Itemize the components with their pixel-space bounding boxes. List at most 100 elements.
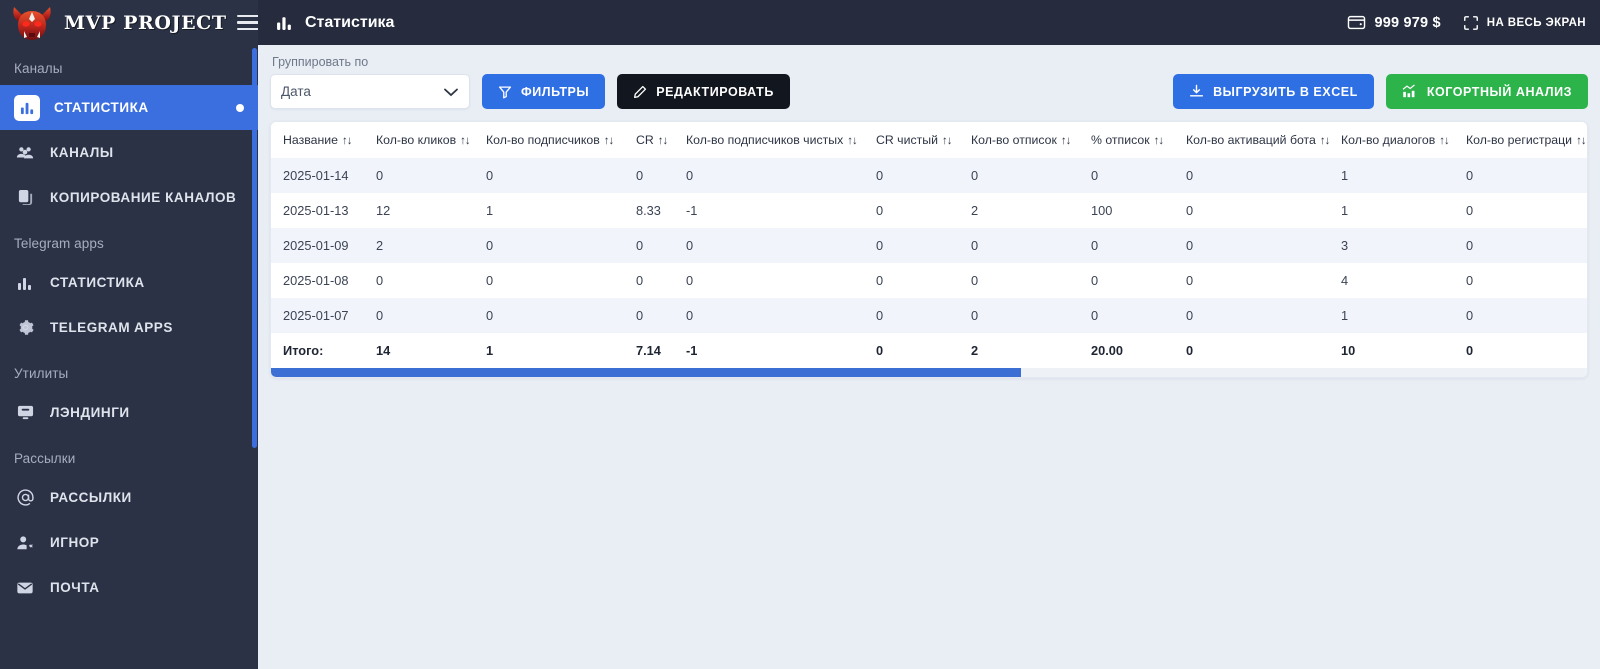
column-label: CR чистый: [876, 133, 938, 147]
column-label: Кол-во диалогов: [1341, 133, 1435, 147]
table-scrollbar-thumb[interactable]: [271, 368, 1021, 377]
sort-icon: ↑↓: [460, 135, 470, 147]
filters-button[interactable]: ФИЛЬТРЫ: [482, 74, 605, 109]
cell-cr: 0: [636, 298, 686, 333]
cell-dialogi: 1: [1341, 158, 1466, 193]
sidebar-item-pochta[interactable]: ПОЧТА: [0, 565, 258, 610]
cell-percent-otpisok: 0: [1091, 298, 1186, 333]
sidebar-item-label: ЛЭНДИНГИ: [50, 405, 130, 420]
column-label: Кол-во подписчиков чистых: [686, 133, 843, 147]
monitor-icon: [14, 402, 36, 424]
page-title-group: Статистика: [276, 14, 394, 32]
bar-chart-icon: [14, 95, 40, 121]
column-header-kliki[interactable]: Кол-во кликов ↑↓: [376, 122, 486, 158]
cell-cr: 0: [636, 228, 686, 263]
sidebar-item-rassylki[interactable]: РАССЫЛКИ: [0, 475, 258, 520]
hamburger-menu-icon[interactable]: [237, 13, 258, 33]
cell-total-podpischiki: 1: [486, 333, 636, 368]
cohort-analysis-button[interactable]: КОГОРТНЫЙ АНАЛИЗ: [1386, 74, 1588, 109]
cell-podpischiki: 0: [486, 158, 636, 193]
cell-total-otpiski: 2: [971, 333, 1091, 368]
pencil-icon: [633, 85, 647, 99]
cell-aktivacii-bota: 0: [1186, 158, 1341, 193]
cell-registracii: 0: [1466, 298, 1588, 333]
statistics-table-card: Название↑↓ Кол-во кликов ↑↓ Кол-во подпис…: [270, 121, 1588, 378]
sort-icon: ↑↓: [942, 135, 952, 147]
export-excel-label: ВЫГРУЗИТЬ В EXCEL: [1213, 85, 1358, 99]
sidebar-item-label: ИГНОР: [50, 535, 99, 550]
cell-podpischiki-chistyh: 0: [686, 298, 876, 333]
balance-display[interactable]: 999 979 $: [1347, 14, 1440, 31]
sidebar-item-kanaly[interactable]: КАНАЛЫ: [0, 130, 258, 175]
column-header-podpischiki[interactable]: Кол-во подписчиков↑↓: [486, 122, 636, 158]
sidebar-section-telegram-apps: Telegram apps: [0, 220, 258, 260]
balance-value: 999 979 $: [1374, 15, 1440, 31]
sidebar-item-lendingi[interactable]: ЛЭНДИНГИ: [0, 390, 258, 435]
cell-total-label: Итого:: [271, 333, 376, 368]
column-label: % отписок: [1091, 133, 1150, 147]
group-by-value: Дата: [281, 84, 311, 99]
sidebar-item-label: КОПИРОВАНИЕ КАНАЛОВ: [50, 190, 236, 205]
main-area: Статистика 999 979 $: [258, 0, 1600, 669]
table-row[interactable]: 2025-01-08 0 0 0 0 0 0 0 0 4 0: [271, 263, 1588, 298]
topbar-right: 999 979 $ НА ВЕСЬ ЭКРАН: [1347, 14, 1586, 31]
fullscreen-button[interactable]: НА ВЕСЬ ЭКРАН: [1463, 15, 1586, 31]
users-group-icon: [14, 142, 36, 164]
cell-podpischiki: 0: [486, 298, 636, 333]
edit-button[interactable]: РЕДАКТИРОВАТЬ: [617, 74, 790, 109]
column-header-podpischiki-chistyh[interactable]: Кол-во подписчиков чистых↑↓: [686, 122, 876, 158]
column-header-cr[interactable]: CR↑↓: [636, 122, 686, 158]
cell-registracii: 0: [1466, 228, 1588, 263]
cell-podpischiki-chistyh: -1: [686, 193, 876, 228]
cell-percent-otpisok: 0: [1091, 158, 1186, 193]
table-horizontal-scrollbar[interactable]: [271, 368, 1587, 377]
sidebar-item-kopirovanie-kanalov[interactable]: КОПИРОВАНИЕ КАНАЛОВ: [0, 175, 258, 220]
sidebar-item-telegram-apps[interactable]: TELEGRAM APPS: [0, 305, 258, 350]
cohort-chart-icon: [1402, 84, 1418, 99]
sidebar-active-dot: [236, 104, 244, 112]
cell-cr-chistyi: 0: [876, 263, 971, 298]
table-row[interactable]: 2025-01-14 0 0 0 0 0 0 0 0 1 0: [271, 158, 1588, 193]
sidebar-item-ignor[interactable]: ИГНОР: [0, 520, 258, 565]
cell-otpiski: 0: [971, 158, 1091, 193]
table-row[interactable]: 2025-01-13 12 1 8.33 -1 0 2 100 0 1 0: [271, 193, 1588, 228]
cell-percent-otpisok: 0: [1091, 228, 1186, 263]
column-header-otpiski[interactable]: Кол-во отписок↑↓: [971, 122, 1091, 158]
column-header-percent-otpisok[interactable]: % отписок ↑↓: [1091, 122, 1186, 158]
column-header-dialogi[interactable]: Кол-во диалогов↑↓: [1341, 122, 1466, 158]
sidebar-item-statistika-telegram[interactable]: СТАТИСТИКА: [0, 260, 258, 305]
sidebar-scrollbar[interactable]: [252, 48, 257, 448]
cell-total-aktivacii-bota: 0: [1186, 333, 1341, 368]
cell-percent-otpisok: 0: [1091, 263, 1186, 298]
sidebar-item-statistika[interactable]: СТАТИСТИКА: [0, 85, 258, 130]
sidebar-item-label: TELEGRAM APPS: [50, 320, 173, 335]
cell-total-dialogi: 10: [1341, 333, 1466, 368]
table-row[interactable]: 2025-01-07 0 0 0 0 0 0 0 0 1 0: [271, 298, 1588, 333]
table-body: 2025-01-14 0 0 0 0 0 0 0 0 1 0: [271, 158, 1588, 368]
sidebar-item-label: РАССЫЛКИ: [50, 490, 132, 505]
table-row[interactable]: 2025-01-09 2 0 0 0 0 0 0 0 3 0: [271, 228, 1588, 263]
sidebar-section-utility: Утилиты: [0, 350, 258, 390]
content-area: Группировать по Дата: [258, 45, 1600, 669]
wallet-icon: [1347, 14, 1366, 31]
cell-registracii: 0: [1466, 263, 1588, 298]
cell-aktivacii-bota: 0: [1186, 193, 1341, 228]
column-header-registracii[interactable]: Кол-во регистраци↑↓: [1466, 122, 1588, 158]
column-label: Кол-во кликов: [376, 133, 456, 147]
cell-cr-chistyi: 0: [876, 298, 971, 333]
envelope-icon: [14, 577, 36, 599]
column-header-nazvanie[interactable]: Название↑↓: [271, 122, 376, 158]
bull-head-icon: [10, 3, 54, 43]
sort-icon: ↑↓: [1154, 135, 1164, 147]
column-header-aktivacii-bota[interactable]: Кол-во активаций бота↑↓: [1186, 122, 1341, 158]
cell-cr-chistyi: 0: [876, 193, 971, 228]
statistics-table: Название↑↓ Кол-во кликов ↑↓ Кол-во подпис…: [271, 122, 1588, 368]
group-by-select[interactable]: Дата: [270, 74, 470, 109]
cell-kliki: 0: [376, 298, 486, 333]
cell-total-cr: 7.14: [636, 333, 686, 368]
column-label: CR: [636, 133, 654, 147]
export-excel-button[interactable]: ВЫГРУЗИТЬ В EXCEL: [1173, 74, 1374, 109]
column-header-cr-chistyi[interactable]: CR чистый ↑↓: [876, 122, 971, 158]
fullscreen-icon: [1463, 15, 1479, 31]
column-label: Кол-во отписок: [971, 133, 1057, 147]
